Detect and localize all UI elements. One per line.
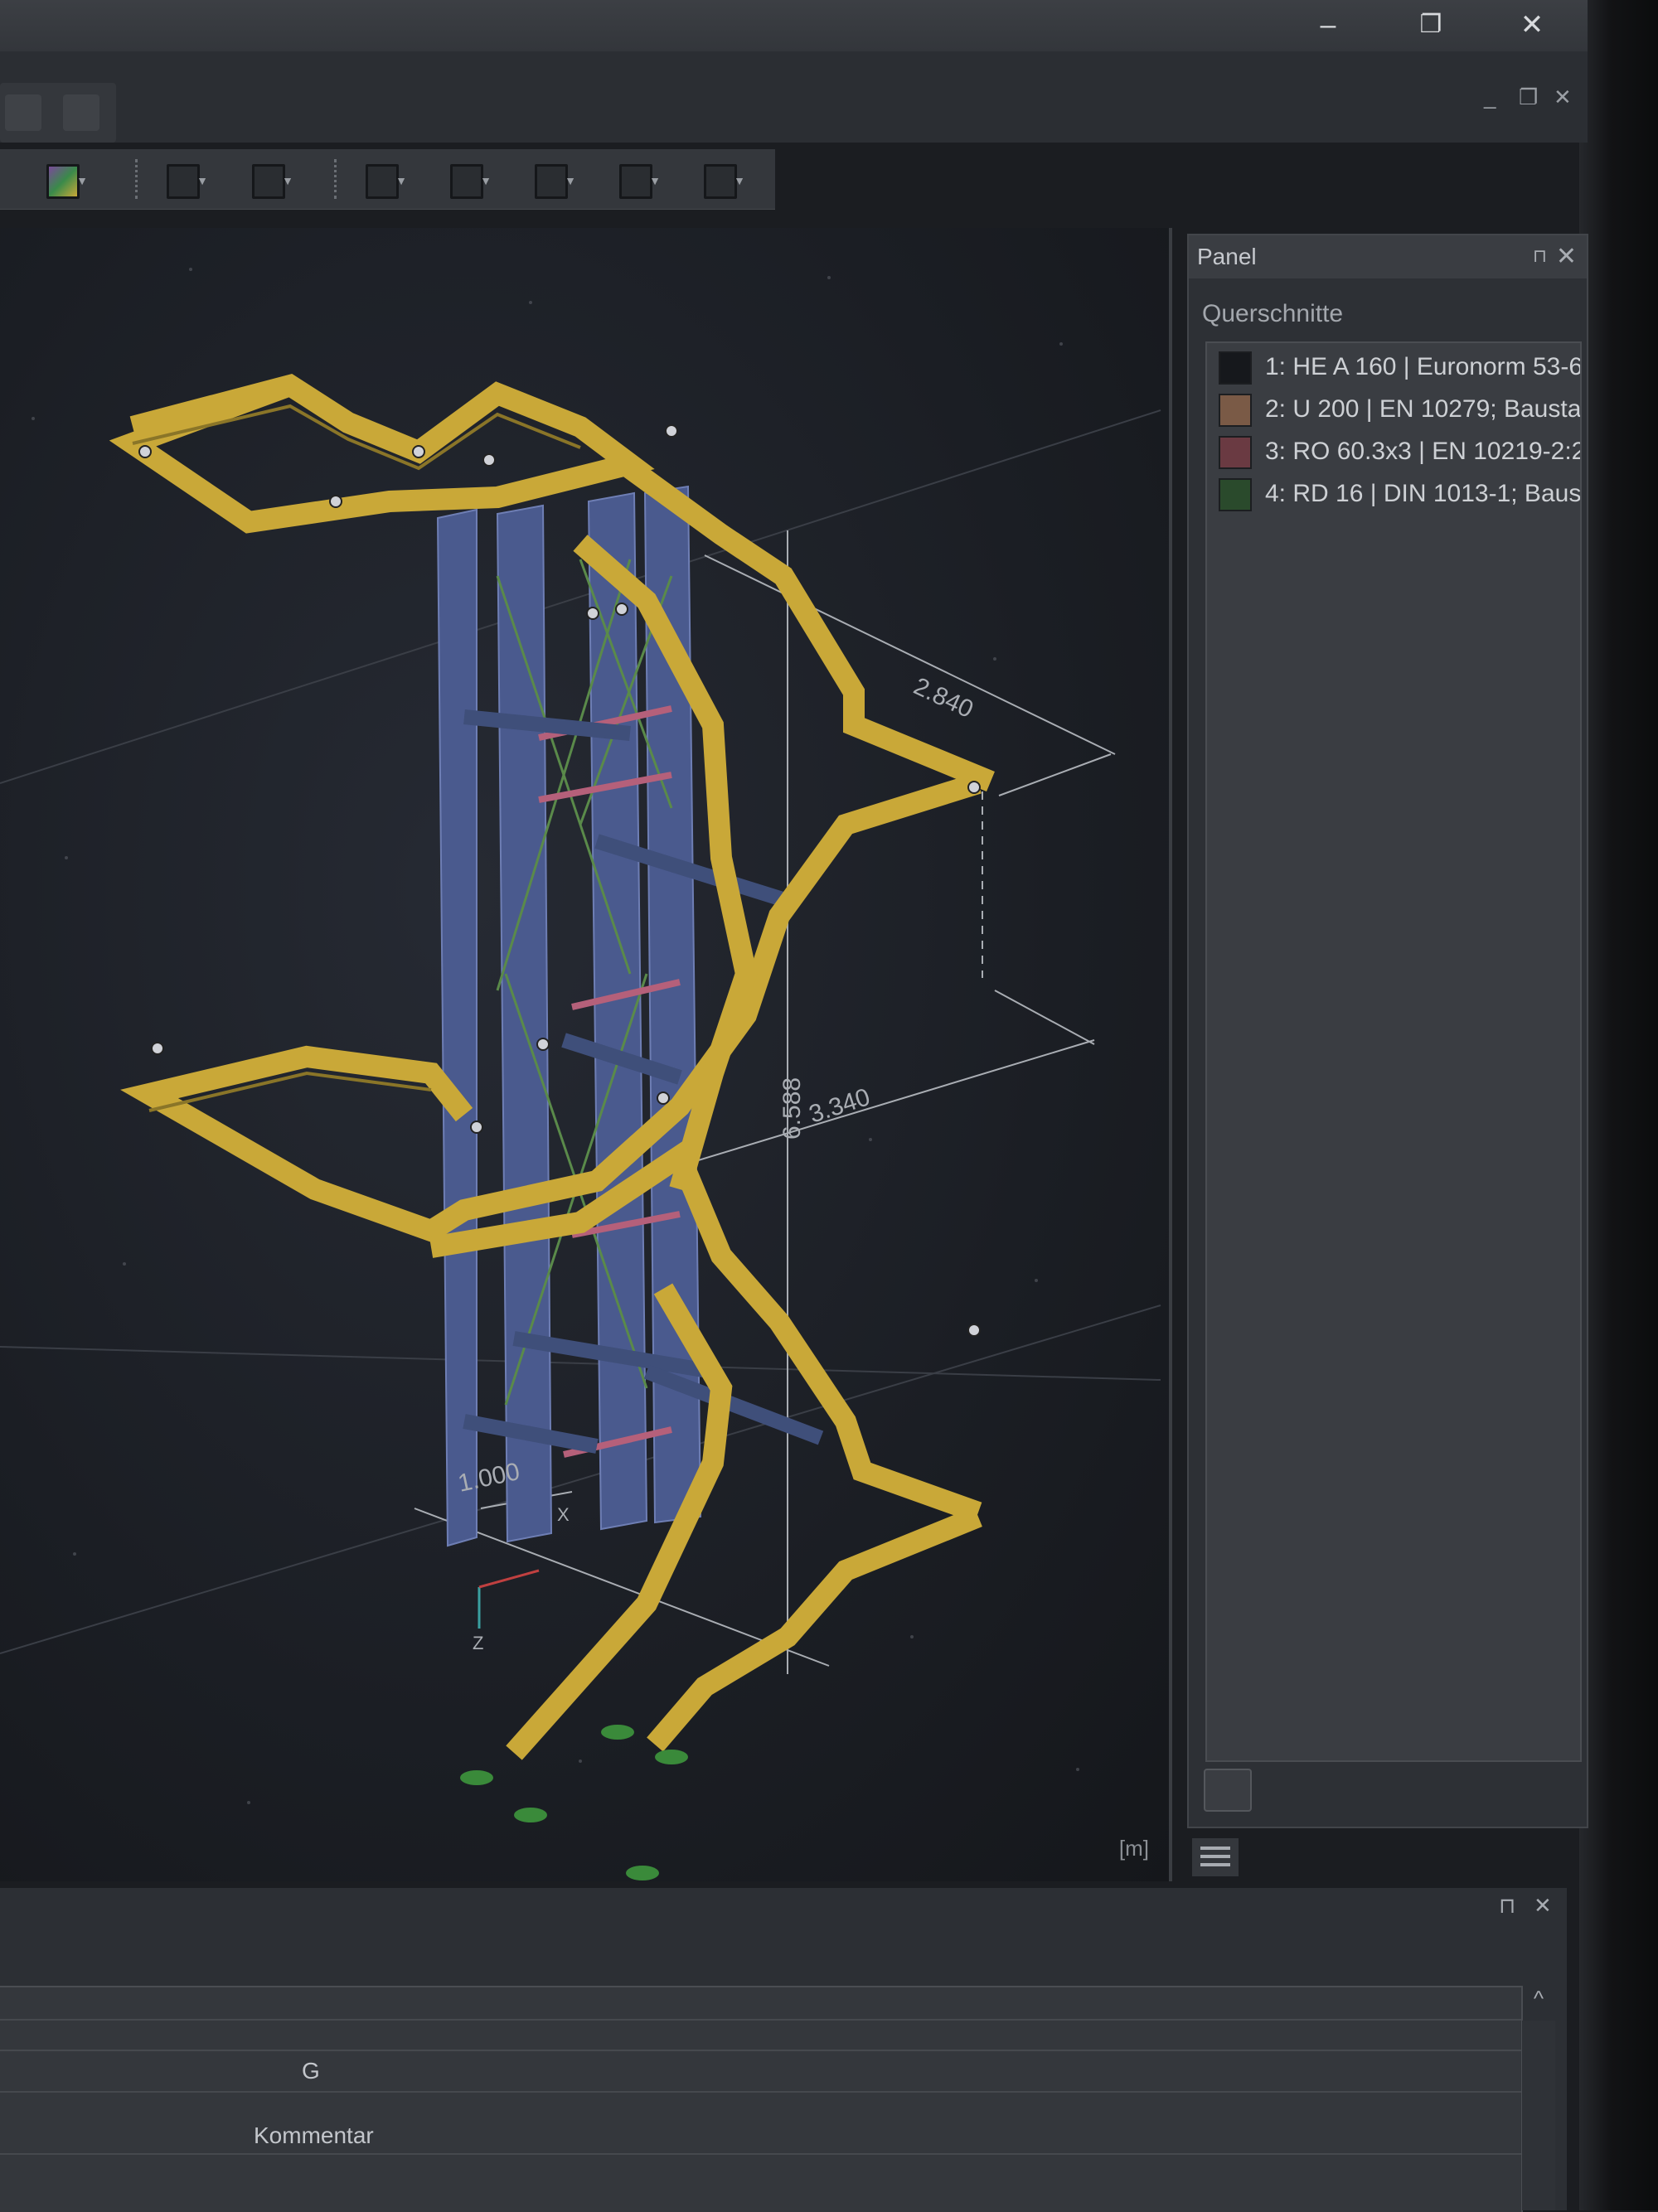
structure-model: 2.840 3.340 6.588 1.000 X Z (0, 268, 1161, 1880)
mdi-close-button[interactable]: ✕ (1554, 85, 1572, 110)
panel-header: Panel ⊓ ✕ (1189, 235, 1587, 278)
axis-x-label: X (557, 1504, 570, 1525)
dim-mid-width: 3.340 (806, 1083, 874, 1129)
pin-icon[interactable]: ⊓ (1533, 245, 1547, 267)
result-view-2-icon[interactable]: ▼ (445, 157, 492, 201)
dim-height: 6.588 (778, 1077, 806, 1140)
sections-panel: Panel ⊓ ✕ Querschnitte 1: HE A 160 | Eur… (1187, 234, 1588, 1828)
color-swatch (1219, 436, 1252, 469)
minimize-button[interactable]: – (1303, 8, 1353, 41)
legend-item[interactable]: 3: RO 60.3x3 | EN 10219-2:2 (1219, 433, 1580, 471)
restore-button[interactable]: ❐ (1406, 8, 1456, 41)
panel-title: Panel (1197, 244, 1257, 269)
close-button[interactable]: ✕ (1507, 8, 1557, 41)
result-view-5-icon[interactable]: ▼ (699, 157, 745, 201)
window-titlebar: – ❐ ✕ (0, 0, 1588, 51)
panel-subtitle: Querschnitte (1202, 300, 1344, 327)
data-table[interactable]: G Kommentar (0, 1986, 1523, 2212)
section-view-2-icon[interactable]: ▼ (247, 157, 293, 201)
result-view-4-icon[interactable]: ▼ (614, 157, 661, 201)
legend-item[interactable]: 4: RD 16 | DIN 1013-1; Baust (1219, 475, 1580, 513)
dock-pin-icon[interactable]: ⊓ (1499, 1893, 1515, 1919)
legend-item[interactable]: 2: U 200 | EN 10279; Baustal (1219, 390, 1580, 428)
toolbar-top (0, 83, 116, 143)
unit-label: [m] (1118, 1836, 1149, 1861)
panel-close-button[interactable]: ✕ (1556, 242, 1577, 271)
mdi-restore-button[interactable]: ❐ (1519, 85, 1538, 110)
color-swatch (1219, 478, 1252, 511)
section-view-1-icon[interactable]: ▼ (162, 157, 208, 201)
section-legend: 1: HE A 160 | Euronorm 53-6 2: U 200 | E… (1205, 341, 1582, 1762)
view-tool-b-icon[interactable] (63, 94, 99, 131)
column-header-comment: Kommentar (254, 2122, 374, 2148)
mdi-minimize-button[interactable]: _ (1484, 85, 1496, 110)
panel-list-icon[interactable] (1192, 1838, 1239, 1876)
column-header-g: G (302, 2058, 320, 2084)
panel-settings-icon[interactable] (1204, 1769, 1252, 1812)
legend-item[interactable]: 1: HE A 160 | Euronorm 53-6 (1219, 348, 1580, 386)
axis-z-label: Z (473, 1633, 483, 1653)
model-viewport[interactable]: 2.840 3.340 6.588 1.000 X Z [m] (0, 228, 1172, 1881)
bottom-dock: ⊓ ✕ G Kommentar ^ (0, 1888, 1567, 2212)
scroll-up-button[interactable]: ^ (1522, 1986, 1555, 2019)
color-swatch (1219, 394, 1252, 427)
dock-close-button[interactable]: ✕ (1534, 1893, 1552, 1919)
result-view-3-icon[interactable]: ▼ (530, 157, 576, 201)
monitor-bezel (1579, 0, 1658, 2210)
display-mode-icon[interactable]: ▼ (41, 157, 88, 201)
scrollbar[interactable] (1522, 2021, 1555, 2210)
color-swatch (1219, 351, 1252, 385)
view-tool-a-icon[interactable] (5, 94, 41, 131)
toolbar-views: ▼ ▼ ▼ ▼ ▼ ▼ ▼ ▼ (0, 149, 775, 210)
result-view-1-icon[interactable]: ▼ (361, 157, 407, 201)
dim-top-width: 2.840 (909, 672, 977, 724)
menu-toolbar-area (0, 51, 1588, 143)
